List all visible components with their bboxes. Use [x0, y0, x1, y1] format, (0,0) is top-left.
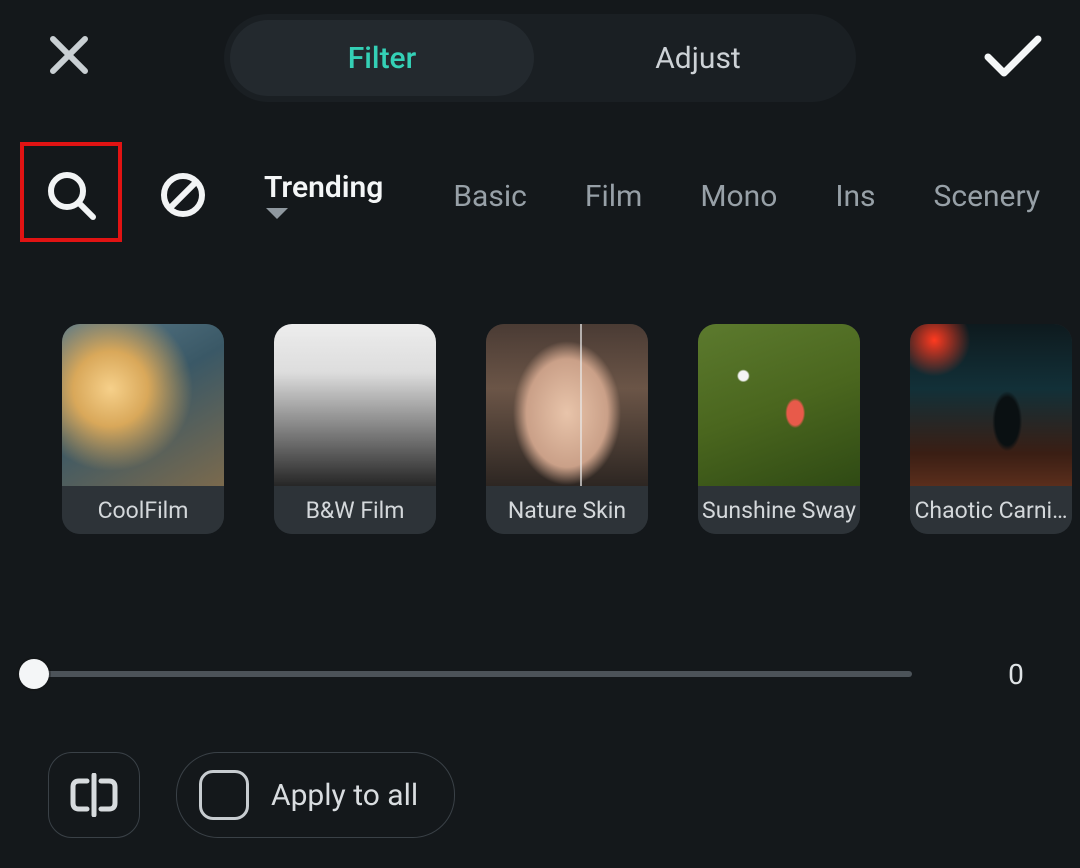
tab-adjust-label: Adjust — [655, 41, 741, 76]
category-film-label: Film — [585, 179, 642, 214]
category-list: Trending Basic Film Mono Ins Scenery — [264, 150, 1080, 242]
category-film[interactable]: Film — [585, 179, 642, 214]
category-ins-label: Ins — [835, 179, 875, 214]
filter-sunshine-sway-thumb — [698, 324, 860, 486]
tab-filter[interactable]: Filter — [230, 20, 534, 96]
category-scenery-label: Scenery — [934, 179, 1041, 214]
apply-to-all-button[interactable]: Apply to all — [176, 752, 455, 838]
category-trending[interactable]: Trending — [264, 170, 395, 223]
filter-nature-skin-label: Nature Skin — [486, 486, 648, 534]
category-trending-label: Trending — [264, 170, 383, 205]
tab-adjust[interactable]: Adjust — [546, 20, 850, 96]
filter-thumb-row: CoolFilm B&W Film Nature Skin Sunshine S… — [62, 324, 1080, 536]
apply-to-all-checkbox[interactable] — [199, 770, 249, 820]
intensity-slider[interactable] — [34, 671, 912, 677]
bottom-row: Apply to all — [48, 752, 455, 838]
category-scenery[interactable]: Scenery — [934, 179, 1041, 214]
confirm-button[interactable] — [982, 28, 1044, 84]
category-basic-label: Basic — [453, 179, 527, 214]
filter-chaotic-carnival-label: Chaotic Carni… — [910, 486, 1072, 534]
filter-coolfilm[interactable]: CoolFilm — [62, 324, 224, 534]
none-filter-button[interactable] — [156, 168, 210, 222]
close-icon — [47, 33, 91, 77]
filter-bw-film[interactable]: B&W Film — [274, 324, 436, 534]
filter-nature-skin-thumb — [486, 324, 648, 486]
search-button[interactable] — [42, 166, 100, 224]
apply-to-all-label: Apply to all — [271, 778, 418, 813]
none-filter-icon — [159, 171, 207, 219]
compare-split-icon — [69, 773, 119, 817]
filter-coolfilm-thumb — [62, 324, 224, 486]
category-basic[interactable]: Basic — [453, 179, 527, 214]
search-icon — [45, 169, 97, 221]
filter-bw-film-label: B&W Film — [274, 486, 436, 534]
category-mono[interactable]: Mono — [700, 179, 777, 214]
category-mono-label: Mono — [700, 179, 777, 214]
filter-sunshine-sway-label: Sunshine Sway — [698, 486, 860, 534]
close-button[interactable] — [44, 30, 94, 80]
check-icon — [984, 33, 1042, 79]
filter-coolfilm-label: CoolFilm — [62, 486, 224, 534]
intensity-slider-handle[interactable] — [19, 659, 49, 689]
mode-switch: Filter Adjust — [224, 14, 856, 102]
chevron-down-icon — [264, 205, 395, 223]
filter-bw-film-thumb — [274, 324, 436, 486]
compare-button[interactable] — [48, 752, 140, 838]
filter-chaotic-carnival-thumb — [910, 324, 1072, 486]
filter-nature-skin[interactable]: Nature Skin — [486, 324, 648, 534]
intensity-slider-wrap: 0 — [34, 656, 1040, 692]
intensity-value: 0 — [992, 658, 1040, 691]
filter-sunshine-sway[interactable]: Sunshine Sway — [698, 324, 860, 534]
category-ins[interactable]: Ins — [835, 179, 875, 214]
tab-filter-label: Filter — [348, 41, 416, 76]
filter-chaotic-carnival[interactable]: Chaotic Carni… — [910, 324, 1072, 534]
